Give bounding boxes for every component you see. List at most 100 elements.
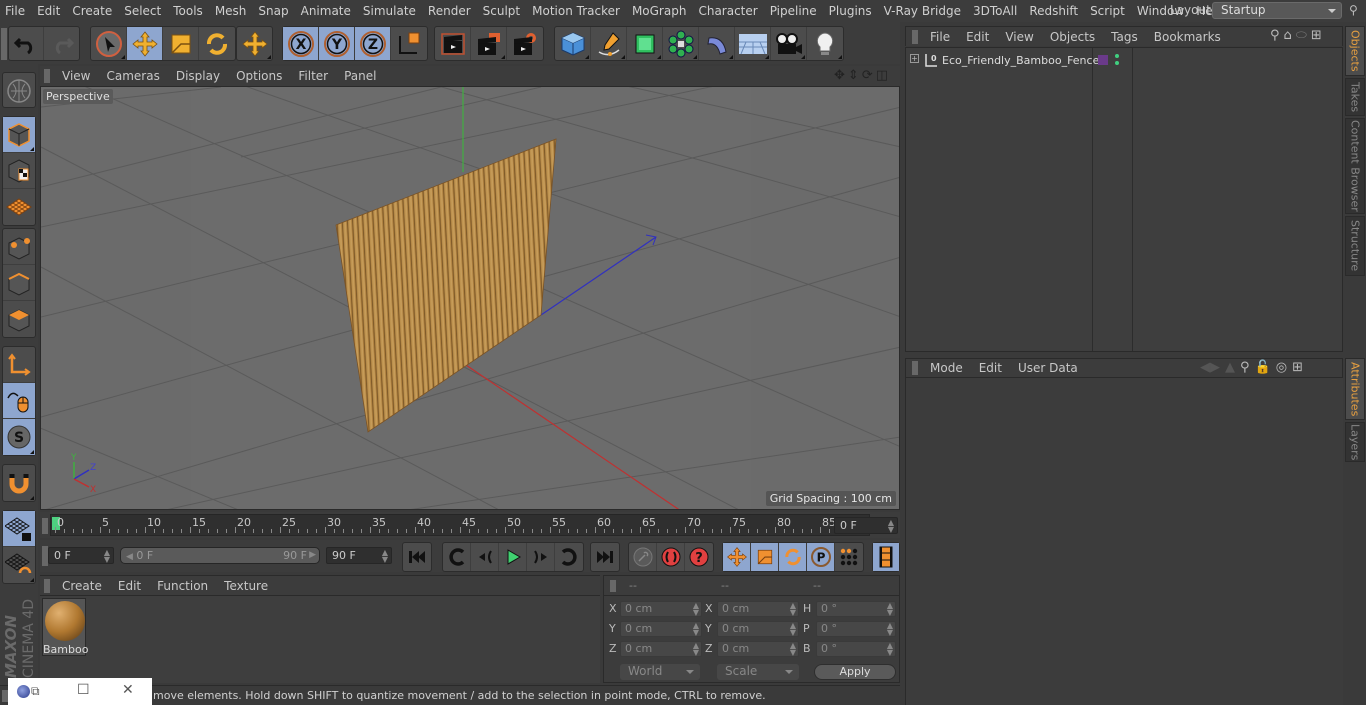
next-frame-button[interactable] [527, 543, 555, 571]
tweak-mode-button[interactable] [3, 383, 35, 419]
render-view-button[interactable] [435, 27, 471, 60]
object-manager-grip[interactable] [912, 29, 918, 44]
spinner-icon[interactable]: ▲ ▼ [887, 642, 893, 657]
ellipse-icon[interactable]: ⬭ [1296, 28, 1307, 43]
menu-redshift[interactable]: Redshift [1023, 4, 1084, 18]
key-pla-button[interactable] [835, 543, 863, 571]
menu-file[interactable]: File [0, 4, 31, 18]
spinner-icon[interactable]: ▲ ▼ [887, 622, 893, 637]
om-menu-bookmarks[interactable]: Bookmarks [1146, 30, 1229, 44]
scale-button[interactable] [163, 27, 199, 60]
autokey-button[interactable] [657, 543, 685, 571]
subdivision-button[interactable] [627, 27, 663, 60]
make-editable-button[interactable] [3, 73, 35, 109]
prev-frame-button[interactable] [471, 543, 499, 571]
size-x-field[interactable]: 0 cm ▲ ▼ [717, 601, 799, 617]
pos-z-field[interactable]: 0 cm ▲ ▼ [620, 641, 702, 657]
menu-create[interactable]: Create [66, 4, 118, 18]
z-axis-button[interactable]: Z [355, 27, 391, 60]
viewport-menu-options[interactable]: Options [228, 69, 290, 83]
camera-button[interactable] [771, 27, 807, 60]
magnet-button[interactable] [3, 465, 35, 501]
material-menu-texture[interactable]: Texture [216, 579, 276, 593]
viewport-menu-filter[interactable]: Filter [290, 69, 336, 83]
start-frame-field[interactable]: 0 F ▲ ▼ [48, 547, 114, 564]
render-visibility-dot[interactable] [1115, 61, 1119, 65]
camera-label[interactable]: Perspective [43, 89, 113, 104]
timeline-window-button[interactable] [873, 543, 899, 571]
deformer-button[interactable] [699, 27, 735, 60]
menu-character[interactable]: Character [692, 4, 763, 18]
end-frame-field[interactable]: 90 F ▲ ▼ [326, 547, 392, 564]
menu-motion-tracker[interactable]: Motion Tracker [526, 4, 626, 18]
om-menu-file[interactable]: File [922, 30, 958, 44]
target-icon[interactable]: ◎ [1276, 360, 1287, 375]
toolbar-grip[interactable] [1, 28, 7, 60]
next-key-button[interactable] [555, 543, 583, 571]
range-right-arrow-icon[interactable]: ▶ [309, 548, 316, 563]
goto-start-button[interactable] [403, 543, 431, 571]
am-menu-user-data[interactable]: User Data [1010, 361, 1086, 375]
restore-icon[interactable]: ⧉ [31, 684, 40, 699]
spinner-icon[interactable]: ▲ ▼ [790, 642, 796, 657]
spinner-icon[interactable]: ▲ ▼ [790, 622, 796, 637]
material-grip[interactable] [44, 578, 50, 593]
size-mode-select[interactable]: Scale [717, 664, 799, 680]
rotate-button[interactable] [199, 27, 235, 60]
dolly-icon[interactable]: ⇕ [848, 68, 859, 83]
size-z-field[interactable]: 0 cm ▲ ▼ [717, 641, 799, 657]
key-scale-button[interactable] [751, 543, 779, 571]
edges-mode-button[interactable] [3, 265, 35, 301]
menu-script[interactable]: Script [1084, 4, 1131, 18]
model-mode-button[interactable] [3, 117, 35, 153]
menu-snap[interactable]: Snap [252, 4, 294, 18]
spinner-icon[interactable]: ▲ ▼ [693, 602, 699, 617]
play-button[interactable] [499, 543, 527, 571]
object-row[interactable]: + 0 Eco_Friendly_Bamboo_Fence [906, 52, 1342, 70]
coordinate-space-select[interactable]: World [620, 664, 700, 680]
points-mode-button[interactable] [3, 229, 35, 265]
current-frame-field[interactable]: 0 F ▲ ▼ [834, 517, 898, 534]
am-menu-mode[interactable]: Mode [922, 361, 971, 375]
back-arrow-icon[interactable]: ◀▶ [1200, 360, 1220, 375]
rot-p-field[interactable]: 0 ° ▲ ▼ [816, 621, 896, 637]
axis-mode-button[interactable] [3, 347, 35, 383]
om-menu-edit[interactable]: Edit [958, 30, 997, 44]
om-menu-tags[interactable]: Tags [1103, 30, 1146, 44]
texture-mode-button[interactable] [3, 153, 35, 189]
object-name[interactable]: Eco_Friendly_Bamboo_Fence [942, 54, 1099, 67]
key-parameter-button[interactable]: P [807, 543, 835, 571]
menu-simulate[interactable]: Simulate [357, 4, 422, 18]
menu-animate[interactable]: Animate [295, 4, 357, 18]
tab-content-browser[interactable]: Content Browser [1345, 118, 1365, 214]
undo-button[interactable] [9, 27, 45, 60]
rot-h-field[interactable]: 0 ° ▲ ▼ [816, 601, 896, 617]
menu-edit[interactable]: Edit [31, 4, 66, 18]
home-icon[interactable]: ⌂ [1284, 28, 1292, 43]
pos-y-field[interactable]: 0 cm ▲ ▼ [620, 621, 702, 637]
coordinates-grip[interactable] [610, 580, 616, 592]
menu-mesh[interactable]: Mesh [209, 4, 253, 18]
prev-key-button[interactable] [443, 543, 471, 571]
material-menu-edit[interactable]: Edit [110, 579, 149, 593]
menu-vray-bridge[interactable]: V-Ray Bridge [878, 4, 967, 18]
material-tag-icon[interactable] [1098, 55, 1108, 65]
menu-select[interactable]: Select [118, 4, 167, 18]
material-menu-function[interactable]: Function [149, 579, 216, 593]
3d-viewport[interactable]: Y Z X Perspective Grid Spacing : 100 cm [40, 86, 900, 510]
viewport-grip[interactable] [44, 69, 50, 83]
workplane-mode-button[interactable] [3, 189, 35, 225]
polygons-mode-button[interactable] [3, 301, 35, 337]
spinner-icon[interactable]: ▲ ▼ [888, 519, 894, 534]
render-picture-viewer-button[interactable] [471, 27, 507, 60]
menu-plugins[interactable]: Plugins [823, 4, 878, 18]
expand-icon[interactable]: + [910, 54, 919, 63]
size-y-field[interactable]: 0 cm ▲ ▼ [717, 621, 799, 637]
menu-render[interactable]: Render [422, 4, 477, 18]
tab-takes[interactable]: Takes [1345, 78, 1365, 116]
key-rotation-button[interactable] [779, 543, 807, 571]
menu-tools[interactable]: Tools [167, 4, 209, 18]
apply-button[interactable]: Apply [814, 664, 896, 680]
snap-button[interactable]: S [3, 419, 35, 455]
light-button[interactable] [807, 27, 843, 60]
